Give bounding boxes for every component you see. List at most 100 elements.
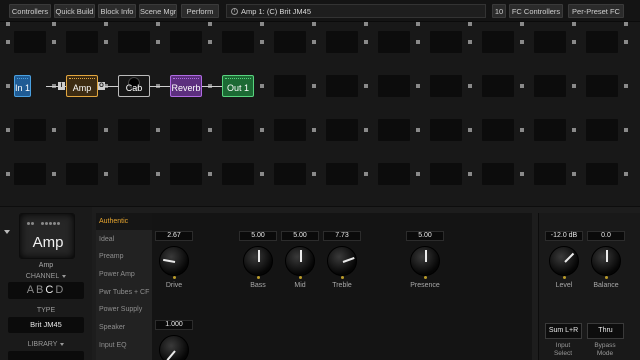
cab-block[interactable]: Cab bbox=[118, 75, 150, 97]
page-input-eq[interactable]: Input EQ bbox=[96, 337, 152, 354]
empty-grid-slot[interactable] bbox=[482, 163, 514, 185]
empty-grid-slot[interactable] bbox=[118, 163, 150, 185]
mid-value[interactable]: 5.00 bbox=[281, 231, 319, 241]
page-speaker[interactable]: Speaker bbox=[96, 319, 152, 336]
grid-junction-dot bbox=[208, 172, 212, 176]
page-power-tubes-cf[interactable]: Pwr Tubes + CF bbox=[96, 284, 152, 301]
level-value[interactable]: -12.0 dB bbox=[545, 231, 583, 241]
library-selector[interactable] bbox=[8, 351, 84, 360]
empty-grid-slot[interactable] bbox=[586, 119, 618, 141]
output-block[interactable]: Out 1 bbox=[222, 75, 254, 97]
block-tile[interactable]: Amp bbox=[19, 213, 75, 259]
mid-knob[interactable] bbox=[285, 246, 315, 276]
page-power-supply[interactable]: Power Supply bbox=[96, 301, 152, 318]
preset-name-display[interactable]: i Amp 1: (C) Brit JM45 bbox=[226, 4, 486, 18]
empty-grid-slot[interactable] bbox=[326, 31, 358, 53]
block-info-button[interactable]: Block Info bbox=[98, 4, 136, 18]
empty-grid-slot[interactable] bbox=[586, 75, 618, 97]
balance-value[interactable]: 0.0 bbox=[587, 231, 625, 241]
empty-grid-slot[interactable] bbox=[14, 31, 46, 53]
preset-number[interactable]: 10 bbox=[492, 4, 506, 18]
empty-grid-slot[interactable] bbox=[378, 31, 410, 53]
empty-grid-slot[interactable] bbox=[534, 163, 566, 185]
empty-grid-slot[interactable] bbox=[222, 31, 254, 53]
empty-grid-slot[interactable] bbox=[430, 31, 462, 53]
empty-grid-slot[interactable] bbox=[482, 75, 514, 97]
input-block[interactable]: In 1 bbox=[14, 75, 32, 97]
second-row-value[interactable]: 1.000 bbox=[155, 320, 193, 330]
empty-grid-slot[interactable] bbox=[326, 119, 358, 141]
second-row-knob[interactable] bbox=[159, 335, 189, 360]
empty-grid-slot[interactable] bbox=[274, 163, 306, 185]
controllers-button[interactable]: Controllers bbox=[9, 4, 51, 18]
empty-grid-slot[interactable] bbox=[430, 163, 462, 185]
channel-a[interactable]: A bbox=[27, 284, 36, 296]
page-power-amp[interactable]: Power Amp bbox=[96, 266, 152, 283]
empty-grid-slot[interactable] bbox=[534, 119, 566, 141]
empty-grid-slot[interactable] bbox=[170, 31, 202, 53]
empty-grid-slot[interactable] bbox=[14, 163, 46, 185]
reverb-block[interactable]: Reverb bbox=[170, 75, 202, 97]
empty-grid-slot[interactable] bbox=[326, 75, 358, 97]
channel-d[interactable]: D bbox=[55, 284, 65, 296]
empty-grid-slot[interactable] bbox=[326, 163, 358, 185]
perform-button[interactable]: Perform bbox=[181, 4, 219, 18]
empty-grid-slot[interactable] bbox=[170, 119, 202, 141]
page-authentic[interactable]: Authentic bbox=[96, 213, 152, 230]
empty-grid-slot[interactable] bbox=[118, 31, 150, 53]
amp-output-port[interactable]: O bbox=[98, 82, 105, 90]
amp-block[interactable]: Amp bbox=[66, 75, 98, 97]
empty-grid-slot[interactable] bbox=[534, 75, 566, 97]
type-selector[interactable]: Brit JM45 bbox=[8, 317, 84, 333]
presence-value[interactable]: 5.00 bbox=[406, 231, 444, 241]
page-ideal[interactable]: Ideal bbox=[96, 231, 152, 248]
empty-grid-slot[interactable] bbox=[274, 31, 306, 53]
level-knob[interactable] bbox=[549, 246, 579, 276]
library-label-row[interactable]: LIBRARY bbox=[0, 341, 92, 348]
empty-grid-slot[interactable] bbox=[222, 163, 254, 185]
empty-grid-slot[interactable] bbox=[274, 119, 306, 141]
treble-knob[interactable] bbox=[327, 246, 357, 276]
bass-value[interactable]: 5.00 bbox=[239, 231, 277, 241]
empty-grid-slot[interactable] bbox=[222, 119, 254, 141]
empty-grid-slot[interactable] bbox=[118, 119, 150, 141]
drive-value[interactable]: 2.67 bbox=[155, 231, 193, 241]
channel-selector[interactable]: ABCD bbox=[8, 282, 84, 299]
empty-grid-slot[interactable] bbox=[430, 75, 462, 97]
empty-grid-slot[interactable] bbox=[430, 119, 462, 141]
collapse-arrow-icon[interactable] bbox=[4, 230, 10, 234]
grid-junction-dot bbox=[364, 128, 368, 132]
empty-grid-slot[interactable] bbox=[534, 31, 566, 53]
drive-knob[interactable] bbox=[159, 246, 189, 276]
input-select-button[interactable]: Sum L+R bbox=[545, 323, 582, 339]
empty-grid-slot[interactable] bbox=[378, 119, 410, 141]
block-grid[interactable]: In 1 Amp Cab Reverb Out 1 I O bbox=[0, 22, 640, 206]
amp-input-port[interactable]: I bbox=[58, 82, 65, 90]
empty-grid-slot[interactable] bbox=[482, 31, 514, 53]
bypass-mode-button[interactable]: Thru bbox=[587, 323, 624, 339]
channel-c[interactable]: C bbox=[45, 284, 55, 296]
empty-grid-slot[interactable] bbox=[586, 163, 618, 185]
channel-b[interactable]: B bbox=[36, 284, 45, 296]
empty-grid-slot[interactable] bbox=[66, 31, 98, 53]
treble-value[interactable]: 7.73 bbox=[323, 231, 361, 241]
empty-grid-slot[interactable] bbox=[66, 163, 98, 185]
info-icon[interactable]: i bbox=[231, 8, 238, 15]
bass-knob[interactable] bbox=[243, 246, 273, 276]
empty-grid-slot[interactable] bbox=[274, 75, 306, 97]
page-preamp[interactable]: Preamp bbox=[96, 248, 152, 265]
empty-grid-slot[interactable] bbox=[482, 119, 514, 141]
empty-grid-slot[interactable] bbox=[66, 119, 98, 141]
balance-knob[interactable] bbox=[591, 246, 621, 276]
empty-grid-slot[interactable] bbox=[586, 31, 618, 53]
empty-grid-slot[interactable] bbox=[170, 163, 202, 185]
empty-grid-slot[interactable] bbox=[378, 75, 410, 97]
fc-controllers-button[interactable]: FC Controllers bbox=[509, 4, 563, 18]
presence-knob[interactable] bbox=[410, 246, 440, 276]
quick-build-button[interactable]: Quick Build bbox=[54, 4, 95, 18]
per-preset-fc-button[interactable]: Per-Preset FC bbox=[568, 4, 624, 18]
channel-label-row[interactable]: CHANNEL bbox=[0, 273, 92, 280]
scene-manager-button[interactable]: Scene Mgr bbox=[139, 4, 177, 18]
empty-grid-slot[interactable] bbox=[14, 119, 46, 141]
empty-grid-slot[interactable] bbox=[378, 163, 410, 185]
